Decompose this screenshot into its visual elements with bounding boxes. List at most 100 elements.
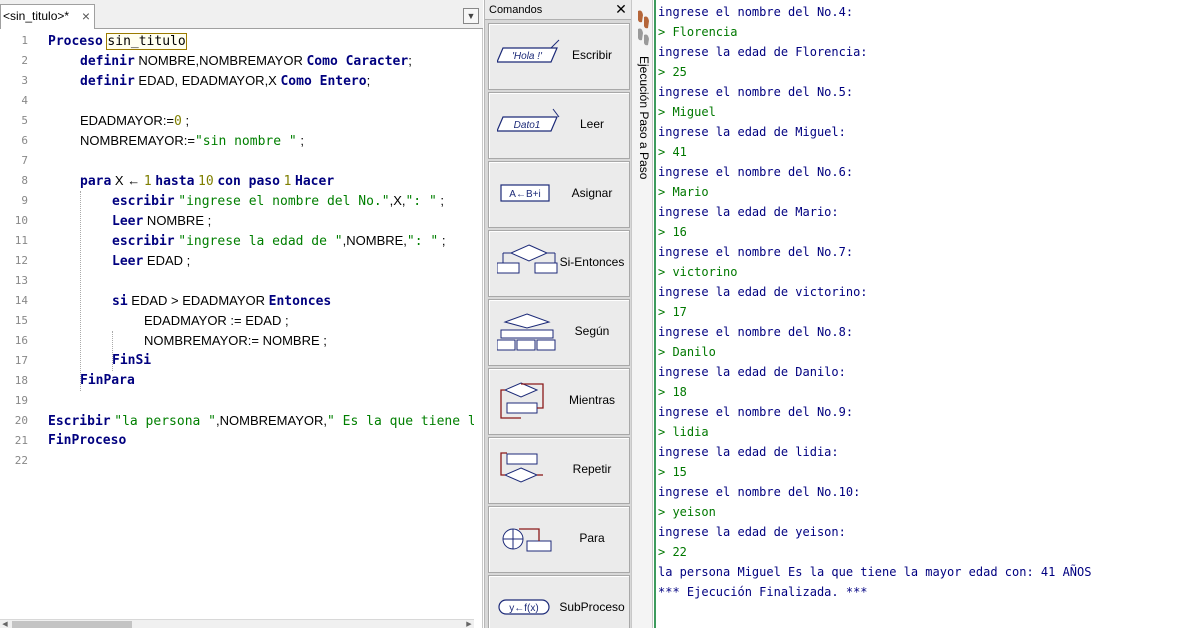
scrollbar-thumb[interactable] xyxy=(12,621,132,628)
code-token: NOMBREMAYOR:= xyxy=(80,133,195,148)
indent-guide xyxy=(80,191,81,391)
code-text: NOMBREMAYOR:="sin nombre " ; xyxy=(80,131,304,152)
code-area[interactable]: 1 Proceso sin_titulo 2 definir NOMBRE,NOMBR… xyxy=(0,29,474,619)
code-line[interactable]: 14 si EDAD > EDADMAYOR Entonces xyxy=(0,291,474,311)
keyword-token: para xyxy=(80,174,112,189)
close-icon[interactable]: × xyxy=(79,9,93,23)
code-line[interactable]: 9 escribir "ingrese el nombre del No.",X,… xyxy=(0,191,474,211)
keyword-token: escribir xyxy=(112,194,175,209)
scroll-right-icon[interactable]: ▶ xyxy=(464,620,474,628)
line-number: 2 xyxy=(21,54,28,67)
command-escribir-button[interactable]: 'Hola !' Escribir xyxy=(488,23,630,90)
keyword-token: si xyxy=(112,294,128,309)
command-subproceso-button[interactable]: y←f(x) SubProceso xyxy=(488,575,630,628)
code-line[interactable]: 10 Leer NOMBRE ; xyxy=(0,211,474,231)
code-line[interactable]: 1 Proceso sin_titulo xyxy=(0,31,474,51)
console-output-line: la persona Miguel Es la que tiene la may… xyxy=(658,565,1092,579)
keyword-token: con paso xyxy=(217,174,280,189)
console-output-line: ingrese la edad de Florencia: xyxy=(658,45,868,59)
code-text: si EDAD > EDADMAYOR Entonces xyxy=(112,291,331,312)
code-line[interactable]: 15 EDADMAYOR := EDAD ; xyxy=(0,311,474,331)
code-token: X ← xyxy=(111,173,144,188)
command-seg-n-button[interactable]: Según xyxy=(488,299,630,366)
code-text: definir EDAD, EDADMAYOR,X Como Entero; xyxy=(80,71,370,92)
console-output-line: ingrese la edad de Danilo: xyxy=(658,365,846,379)
keyword-token: Como Entero xyxy=(280,74,367,89)
svg-text:A←B+i: A←B+i xyxy=(509,189,540,200)
code-line[interactable]: 20 Escribir "la persona ",NOMBREMAYOR," E… xyxy=(0,411,474,431)
code-token: EDAD, EDADMAYOR,X xyxy=(134,73,281,88)
si-entonces-icon xyxy=(497,244,558,274)
code-line[interactable]: 22 xyxy=(0,451,474,471)
code-token: EDADMAYOR := EDAD ; xyxy=(144,313,289,328)
line-number: 16 xyxy=(14,334,28,347)
code-editor[interactable]: <sin_titulo>* × ▼ 1 Proceso sin_titulo 2 de… xyxy=(0,0,483,628)
code-token: NOMBRE ; xyxy=(143,213,212,228)
code-text: NOMBREMAYOR:= NOMBRE ; xyxy=(144,331,327,352)
code-line[interactable]: 12 Leer EDAD ; xyxy=(0,251,474,271)
process-name-token: sin_titulo xyxy=(106,33,187,50)
console-input-line: > 15 xyxy=(658,465,687,479)
command-label: SubProceso xyxy=(559,600,625,614)
segun-icon xyxy=(497,313,556,351)
footsteps-icon[interactable] xyxy=(635,9,651,47)
command-label: Según xyxy=(574,324,610,338)
close-icon[interactable]: ✕ xyxy=(614,2,628,16)
code-token: EDAD > EDADMAYOR xyxy=(127,293,269,308)
keyword-token: Leer xyxy=(112,214,144,229)
horizontal-scrollbar[interactable]: ◀ ▶ xyxy=(0,619,474,628)
keyword-token: hasta xyxy=(155,174,195,189)
command-mientras-button[interactable]: Mientras xyxy=(488,368,630,435)
code-line[interactable]: 8 para X ← 1 hasta 10 con paso 1 Hacer xyxy=(0,171,474,191)
string-token: "la persona " xyxy=(114,414,216,429)
tab-list-dropdown-button[interactable]: ▼ xyxy=(463,8,479,24)
code-line[interactable]: 2 definir NOMBRE,NOMBREMAYOR Como Caracte… xyxy=(0,51,474,71)
code-line[interactable]: 19 xyxy=(0,391,474,411)
line-number: 15 xyxy=(14,314,28,327)
command-leer-button[interactable]: Dato1 Leer xyxy=(488,92,630,159)
code-token: ; xyxy=(408,53,412,68)
console-output-line: ingrese la edad de Mario: xyxy=(658,205,839,219)
console-input-line: > 17 xyxy=(658,305,687,319)
code-line[interactable]: 5 EDADMAYOR:=0 ; xyxy=(0,111,474,131)
step-execution-label[interactable]: Ejecución Paso a Paso xyxy=(635,56,651,186)
console-output-line: ingrese el nombre del No.6: xyxy=(658,165,854,179)
code-line[interactable]: 17 FinSi xyxy=(0,351,474,371)
code-line[interactable]: 7 xyxy=(0,151,474,171)
code-token: ; xyxy=(438,233,446,248)
command-repetir-button[interactable]: Repetir xyxy=(488,437,630,504)
tab-sin-titulo[interactable]: <sin_titulo>* × xyxy=(0,4,95,29)
commands-list: 'Hola !' Escribir Dato1 Leer A←B+i Asignar Si-… xyxy=(487,20,630,628)
code-text: EDADMAYOR:=0 ; xyxy=(80,111,189,132)
code-line[interactable]: 4 xyxy=(0,91,474,111)
string-token: ": " xyxy=(405,194,437,209)
console-input-line: > yeison xyxy=(658,505,716,519)
keyword-token: Como Caracter xyxy=(306,54,409,69)
code-token: ,NOMBRE, xyxy=(342,233,407,248)
line-number: 11 xyxy=(14,234,28,247)
svg-text:y←f(x): y←f(x) xyxy=(509,603,538,614)
string-token: "ingrese la edad de " xyxy=(178,234,343,249)
code-line[interactable]: 13 xyxy=(0,271,474,291)
code-line[interactable]: 16 NOMBREMAYOR:= NOMBRE ; xyxy=(0,331,474,351)
escribir-icon: 'Hola !' xyxy=(497,39,560,63)
scroll-left-icon[interactable]: ◀ xyxy=(0,620,10,628)
code-token: EDAD ; xyxy=(143,253,191,268)
code-line[interactable]: 3 definir EDAD, EDADMAYOR,X Como Entero; xyxy=(0,71,474,91)
keyword-token: escribir xyxy=(112,234,175,249)
code-line[interactable]: 18 FinPara xyxy=(0,371,474,391)
code-line[interactable]: 11 escribir "ingrese la edad de ",NOMBRE,… xyxy=(0,231,474,251)
console-output-line: ingrese el nombre del No.4: xyxy=(658,5,854,19)
code-line[interactable]: 21 FinProceso xyxy=(0,431,474,451)
execution-console[interactable]: ingrese el nombre del No.4: > Florencia in… xyxy=(654,0,1200,628)
command-para-button[interactable]: Para xyxy=(488,506,630,573)
command-asignar-button[interactable]: A←B+i Asignar xyxy=(488,161,630,228)
console-output-line: ingrese la edad de victorino: xyxy=(658,285,868,299)
console-output-line: ingrese el nombre del No.10: xyxy=(658,485,861,499)
code-token: NOMBREMAYOR:= NOMBRE ; xyxy=(144,333,327,348)
keyword-token: definir xyxy=(80,54,135,69)
code-line[interactable]: 6 NOMBREMAYOR:="sin nombre " ; xyxy=(0,131,474,151)
command-si-entonces-button[interactable]: Si-Entonces xyxy=(488,230,630,297)
console-input-line: > lidia xyxy=(658,425,709,439)
line-number: 8 xyxy=(21,174,28,187)
